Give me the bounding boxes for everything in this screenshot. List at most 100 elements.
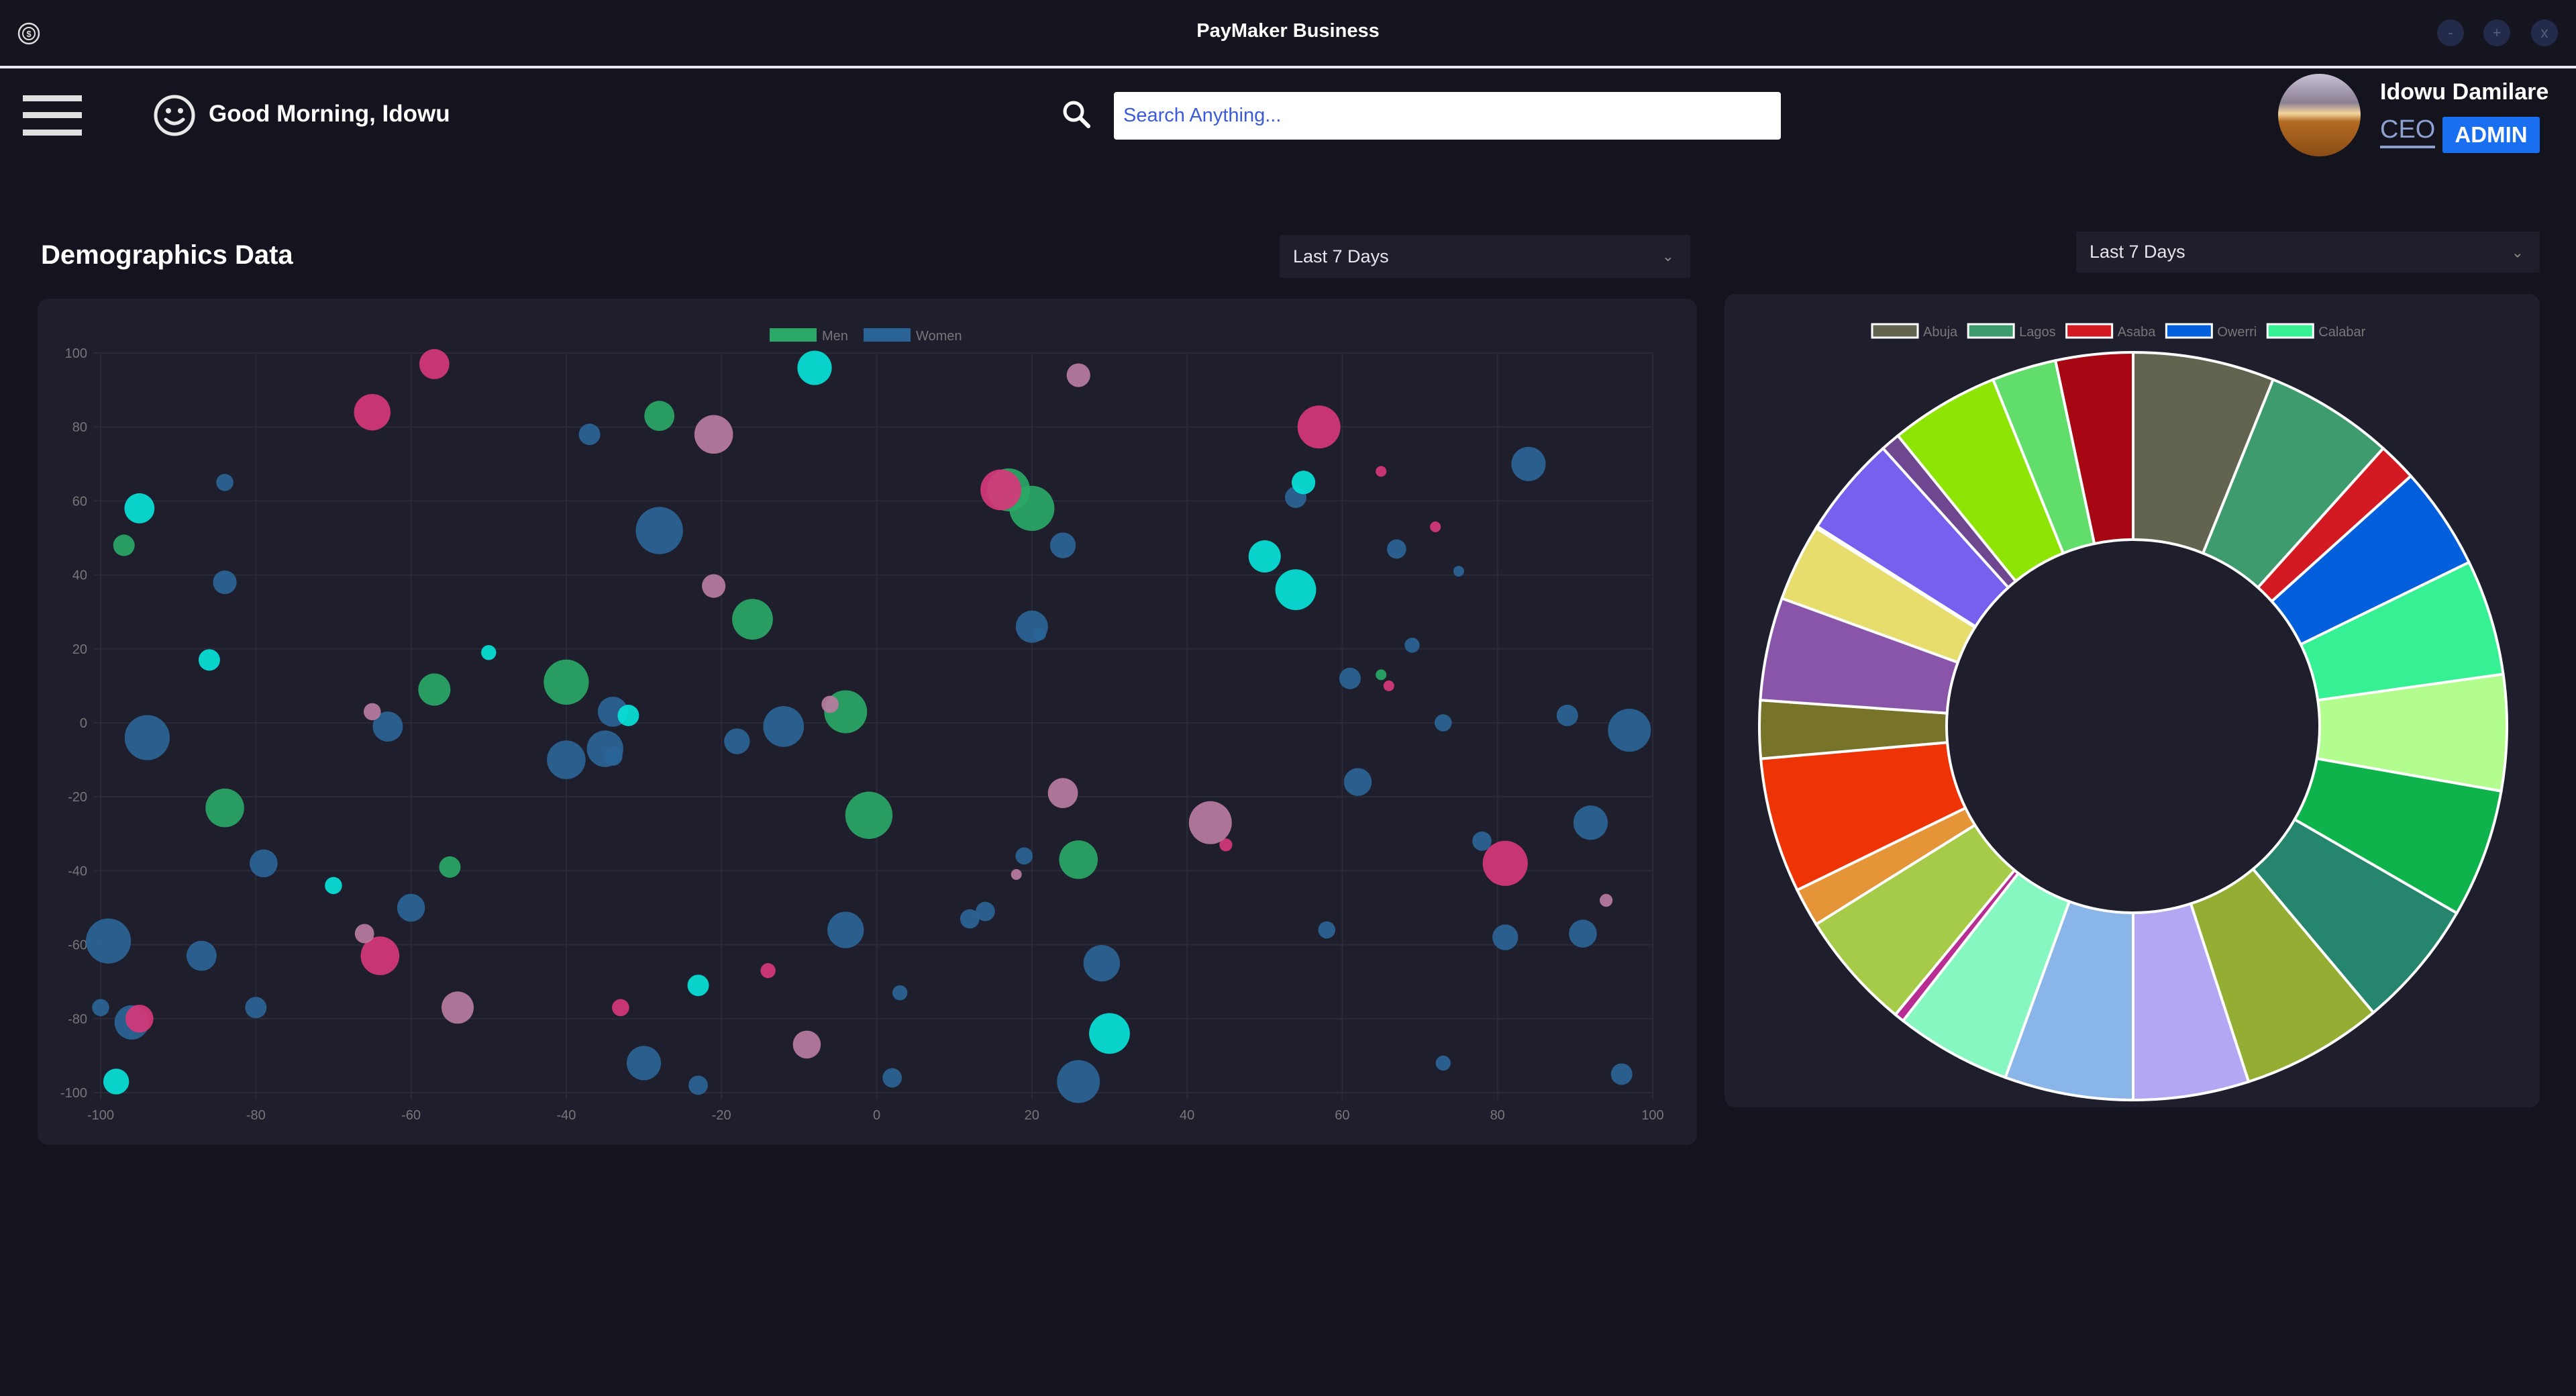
bubble-point: [124, 493, 155, 524]
bubble-point: [441, 991, 474, 1024]
y-tick-label: 40: [72, 568, 87, 583]
y-tick-label: 100: [65, 346, 87, 361]
bubble-point: [1057, 1060, 1100, 1103]
bubble-point: [980, 469, 1021, 511]
bubble-point: [245, 997, 267, 1019]
bubble-point: [702, 574, 726, 598]
bubble-point: [892, 985, 908, 1001]
bubble-point: [644, 401, 675, 432]
bubble-point: [1083, 944, 1121, 982]
bubble-point: [113, 534, 135, 556]
bubble-point: [1047, 778, 1078, 809]
bubble-point: [1386, 539, 1406, 559]
bubble-point: [694, 415, 733, 454]
legend-label: Men: [822, 329, 848, 344]
bubble-series-4: [354, 363, 1613, 1059]
bubble-point: [612, 999, 629, 1017]
bubble-point: [418, 673, 451, 706]
y-tick-label: -40: [68, 864, 87, 879]
bubble-point: [125, 1005, 154, 1033]
bubble-point: [1453, 566, 1464, 577]
x-tick-label: -20: [712, 1108, 731, 1123]
bubble-point: [1383, 680, 1394, 691]
bubble-point: [1608, 709, 1651, 752]
x-tick-label: 60: [1335, 1108, 1349, 1123]
y-tick-label: -80: [68, 1012, 87, 1027]
bubble-point: [1511, 446, 1546, 481]
bubble-point: [1049, 532, 1076, 558]
bubble-point: [1376, 669, 1387, 681]
bubble-point: [198, 649, 220, 671]
bubble-point: [1318, 921, 1336, 939]
bubble-point: [354, 393, 391, 431]
bubble-point: [578, 423, 601, 446]
bubble-point: [1297, 405, 1341, 449]
bubble-point: [626, 1046, 662, 1081]
bubble-point: [481, 645, 497, 660]
bubble-point: [124, 715, 170, 760]
bubble-point: [882, 1068, 903, 1088]
bubble-point: [1343, 768, 1372, 796]
demographics-bubble-chart: -100 -80 -60 -40 -20 0 20 40 60 80 100 100 80 60 40 20 0…: [60, 328, 1664, 1123]
bubble-point: [1188, 801, 1232, 844]
bubble-point: [1376, 466, 1387, 477]
bubble-point: [1339, 667, 1361, 689]
legend-swatch: [770, 328, 817, 342]
x-tick-label: 0: [873, 1108, 880, 1123]
bubble-point: [1275, 569, 1317, 611]
y-tick-label: -20: [68, 790, 87, 805]
bubble-point: [792, 1030, 821, 1059]
x-tick-label: 20: [1025, 1108, 1039, 1123]
bubble-point: [603, 746, 623, 766]
bubble-point: [1472, 831, 1492, 851]
y-tick-label: 0: [80, 716, 87, 731]
x-tick-label: 80: [1490, 1108, 1505, 1123]
bubble-point: [688, 1075, 708, 1095]
bubble-point: [797, 350, 832, 385]
bubble-point: [1430, 521, 1441, 532]
bubble-point: [103, 1068, 130, 1095]
y-tick-label: -60: [68, 938, 87, 953]
bubble-point: [363, 703, 381, 721]
x-tick-label: -100: [87, 1108, 114, 1123]
legend-swatch: [864, 328, 911, 342]
bubble-point: [419, 349, 450, 379]
bubble-point: [1600, 893, 1613, 907]
bubble-point: [1015, 847, 1033, 865]
bubble-point: [687, 975, 709, 997]
bubble-point: [1435, 1055, 1451, 1071]
bubble-point: [213, 570, 237, 595]
y-tick-label: -100: [60, 1086, 87, 1101]
bubble-point: [325, 877, 342, 895]
y-tick-label: 80: [72, 420, 87, 435]
x-tick-label: -80: [246, 1108, 266, 1123]
bubble-point: [397, 893, 425, 922]
bubble-point: [1011, 868, 1022, 880]
bubble-point: [92, 999, 109, 1017]
y-tick-label: 20: [72, 642, 87, 657]
bubble-point: [439, 856, 461, 878]
bubble-point: [1569, 919, 1597, 948]
bubble-series-3: [125, 349, 1528, 1033]
bubble-point: [1066, 363, 1090, 387]
bubble-point: [1434, 714, 1452, 732]
bubble-point: [216, 474, 234, 491]
bubble-point: [1482, 840, 1528, 886]
bubble-series-1: [85, 423, 1651, 1103]
legend-label: Women: [916, 329, 962, 344]
bubble-point: [186, 940, 217, 971]
x-tick-label: 100: [1641, 1108, 1663, 1123]
bubble-point: [635, 507, 683, 554]
bubble-point: [544, 659, 589, 705]
bubble-point: [1033, 628, 1046, 641]
bubble-point: [547, 740, 586, 779]
bubble-point: [1556, 704, 1578, 726]
x-tick-label: 40: [1180, 1108, 1194, 1123]
bubble-point: [732, 599, 773, 640]
y-tick-label: 60: [72, 494, 87, 509]
bubble-point: [1573, 805, 1608, 840]
bubble-point: [827, 911, 864, 948]
bubble-point: [724, 728, 750, 754]
x-tick-label: -40: [556, 1108, 576, 1123]
bubble-point: [354, 924, 374, 944]
